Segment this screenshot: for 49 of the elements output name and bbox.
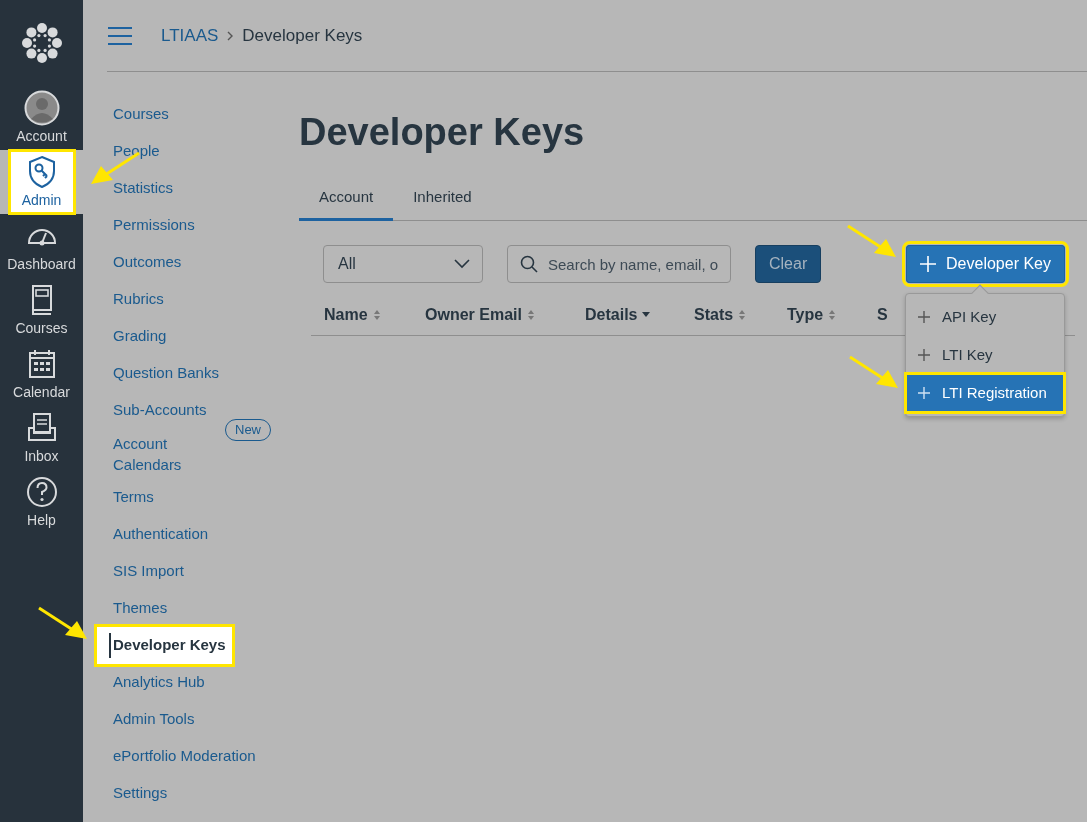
global-nav-item[interactable]: Dashboard bbox=[0, 214, 83, 278]
column-header[interactable]: Stats bbox=[694, 303, 734, 328]
account-nav-link[interactable]: Themes bbox=[113, 590, 299, 627]
plus-icon bbox=[918, 387, 930, 400]
account-nav-link[interactable]: Statistics bbox=[113, 170, 299, 207]
global-nav-item[interactable]: Courses bbox=[0, 278, 83, 342]
account-nav-link[interactable]: ePortfolio Moderation bbox=[113, 738, 299, 775]
page-title: Developer Keys bbox=[299, 110, 586, 155]
account-nav-link[interactable]: Outcomes bbox=[113, 244, 299, 281]
account-nav-link[interactable]: Admin Tools bbox=[113, 701, 299, 738]
breadcrumb-current: Developer Keys bbox=[242, 24, 363, 47]
column-header[interactable]: Type bbox=[787, 303, 824, 328]
account-nav-link[interactable]: Analytics Hub bbox=[113, 664, 299, 701]
tab[interactable]: Account bbox=[299, 179, 394, 222]
account-nav-link[interactable]: Rubrics bbox=[113, 281, 299, 318]
plus-icon bbox=[918, 349, 930, 362]
column-header[interactable]: Owner Email bbox=[425, 303, 522, 328]
global-nav-item[interactable]: Inbox bbox=[0, 406, 83, 470]
column-header[interactable]: S bbox=[877, 303, 888, 328]
account-nav-link[interactable]: Question Banks bbox=[113, 355, 299, 392]
account-nav-link[interactable]: Grading bbox=[113, 318, 299, 355]
tab[interactable]: Inherited bbox=[393, 179, 492, 222]
logo-icon bbox=[19, 21, 64, 65]
plus-icon bbox=[920, 256, 937, 273]
account-nav-link[interactable]: People bbox=[113, 133, 299, 170]
column-header[interactable]: Name bbox=[324, 303, 368, 328]
menu-item[interactable]: LTI Key bbox=[906, 336, 1064, 375]
account-nav-link[interactable]: Courses bbox=[113, 96, 299, 133]
global-nav-item[interactable]: Help bbox=[0, 470, 83, 534]
global-nav-item[interactable]: Calendar bbox=[0, 342, 83, 406]
account-nav-link[interactable]: Account Calendars bbox=[113, 429, 223, 479]
search-icon bbox=[520, 255, 538, 274]
user-avatar-icon bbox=[23, 89, 60, 126]
search-field[interactable]: Search by name, email, o bbox=[507, 245, 731, 284]
column-header[interactable]: Details bbox=[585, 303, 638, 328]
account-nav-link[interactable]: Terms bbox=[113, 479, 299, 516]
menu-icon bbox=[107, 25, 133, 46]
account-nav-link[interactable]: SIS Import bbox=[113, 553, 299, 590]
breadcrumb-link[interactable]: LTIAAS bbox=[161, 22, 219, 49]
account-nav-link[interactable]: Permissions bbox=[113, 207, 299, 244]
account-nav-link[interactable]: Settings bbox=[113, 775, 299, 812]
global-nav-item[interactable]: Account bbox=[0, 86, 83, 150]
account-nav-link[interactable]: Authentication bbox=[113, 516, 299, 553]
clear-button[interactable]: Clear bbox=[755, 245, 822, 284]
chevron-down-icon bbox=[454, 259, 470, 270]
filter-select[interactable]: All bbox=[323, 245, 483, 284]
menu-item[interactable]: API Key bbox=[906, 298, 1064, 337]
plus-icon bbox=[918, 311, 930, 324]
chevron-icon bbox=[226, 29, 235, 42]
